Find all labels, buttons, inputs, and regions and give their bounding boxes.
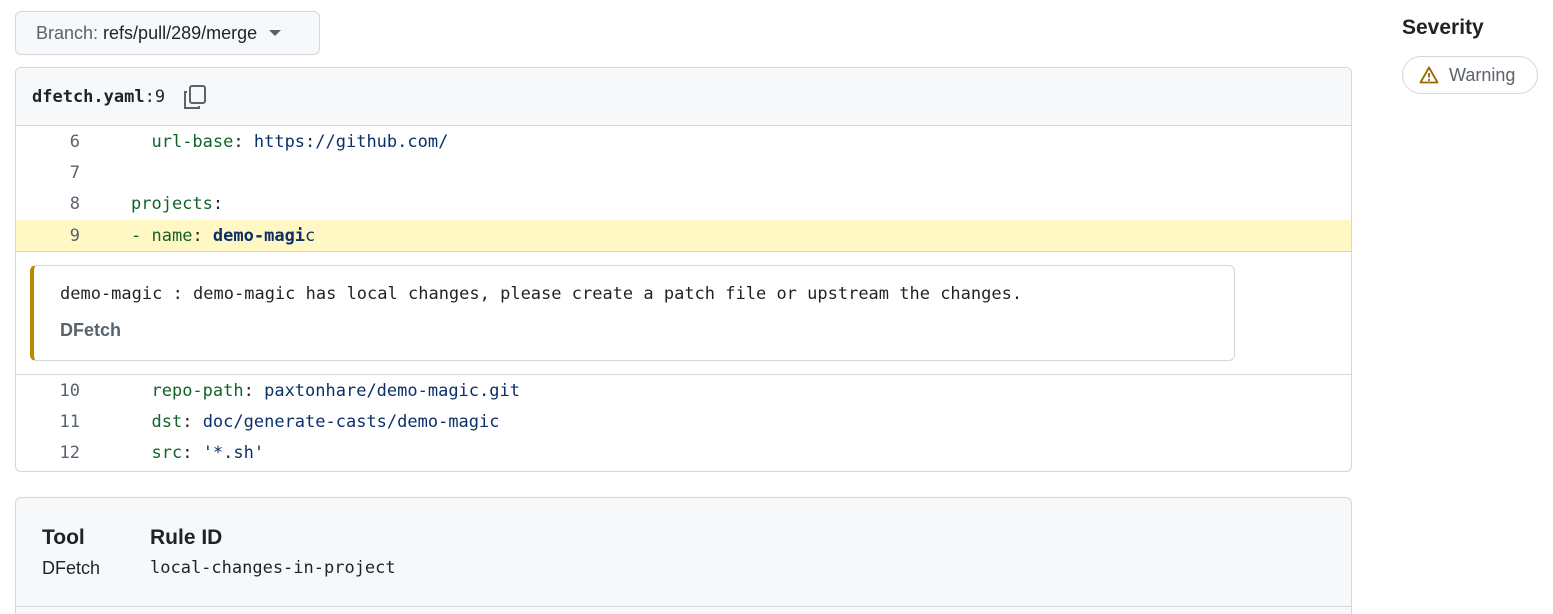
code-token: '*.sh': [202, 443, 265, 464]
code-token: name: [151, 225, 193, 246]
branch-value: refs/pull/289/merge: [103, 22, 258, 43]
tool-value: DFetch: [42, 558, 101, 578]
file-name: dfetch.yaml: [32, 86, 145, 107]
code-line: 6 url-base: https://github.com/: [16, 126, 1351, 157]
branch-selector-button[interactable]: Branch: refs/pull/289/merge: [15, 11, 320, 55]
code-token: url-base: [151, 131, 234, 152]
code-token: repo-path: [151, 380, 244, 401]
rule-details-panel: Tool DFetch Rule ID local-changes-in-pro…: [15, 497, 1352, 614]
alert-tool-name: DFetch: [60, 320, 122, 341]
line-number: 11: [59, 412, 80, 433]
line-number: 10: [59, 380, 80, 401]
severity-title: Severity: [1402, 16, 1484, 39]
code-content: - name: demo-magic: [80, 226, 315, 246]
code-token: src: [151, 443, 183, 464]
line-number: 7: [69, 162, 80, 183]
code-content: url-base: https://github.com/: [80, 132, 448, 152]
severity-badge: Warning: [1402, 56, 1538, 94]
branch-label: Branch:: [36, 22, 99, 43]
code-token: :: [182, 443, 203, 464]
line-number: 8: [69, 194, 80, 215]
code-line: 10 repo-path: paxtonhare/demo-magic.git: [16, 375, 1351, 406]
rule-id-column: Rule ID local-changes-in-project: [150, 526, 396, 578]
line-number: 6: [69, 131, 80, 152]
code-line: 9- name: demo-magic: [16, 219, 1351, 252]
code-content: dst: doc/generate-casts/demo-magic: [80, 412, 500, 433]
code-content: src: '*.sh': [80, 443, 264, 463]
code-token: :: [243, 380, 265, 401]
code-token: demo-magi: [212, 225, 306, 246]
file-header: dfetch.yaml :9: [16, 68, 1351, 126]
alert-message-box: demo-magic : demo-magic has local change…: [30, 265, 1235, 362]
chevron-down-icon: [269, 30, 282, 36]
file-line-number: :9: [144, 86, 166, 107]
code-token: doc/generate-casts/demo-magic: [202, 412, 500, 433]
alert-message: demo-magic : demo-magic has local change…: [60, 284, 1023, 305]
code-token: :: [192, 225, 213, 246]
code-line: 7: [16, 157, 1351, 188]
code-content: repo-path: paxtonhare/demo-magic.git: [80, 380, 520, 401]
code-snippet-panel: dfetch.yaml :9 6 url-base: https://githu…: [15, 67, 1352, 472]
code-token: :: [212, 194, 224, 215]
code-lines-bottom: 10 repo-path: paxtonhare/demo-magic.git 1…: [16, 375, 1351, 469]
code-token: -: [131, 225, 152, 246]
tool-column: Tool DFetch: [42, 526, 100, 579]
code-token: projects: [131, 194, 213, 215]
rule-id-header: Rule ID: [150, 526, 223, 549]
code-lines-top: 6 url-base: https://github.com/7 8 project…: [16, 126, 1351, 252]
code-token: https://github.com/: [253, 131, 449, 152]
code-line: 12 src: '*.sh': [16, 438, 1351, 469]
code-content: projects:: [80, 194, 223, 214]
line-number: 12: [59, 443, 80, 464]
divider: [16, 606, 1351, 607]
code-line: 8 projects:: [16, 189, 1351, 220]
copy-icon[interactable]: [181, 83, 209, 111]
code-token: c: [305, 225, 316, 246]
code-token: dst: [151, 412, 183, 433]
code-token: :: [182, 412, 203, 433]
alert-row: demo-magic : demo-magic has local change…: [16, 251, 1351, 376]
code-token: :: [233, 131, 254, 152]
rule-id-value: local-changes-in-project: [150, 558, 396, 578]
severity-value: Warning: [1449, 64, 1516, 85]
line-number: 9: [69, 225, 80, 246]
code-line: 11 dst: doc/generate-casts/demo-magic: [16, 406, 1351, 437]
alert-triangle-icon: [1419, 66, 1439, 84]
code-token: paxtonhare/demo-magic.git: [264, 380, 520, 401]
tool-header: Tool: [42, 526, 85, 549]
